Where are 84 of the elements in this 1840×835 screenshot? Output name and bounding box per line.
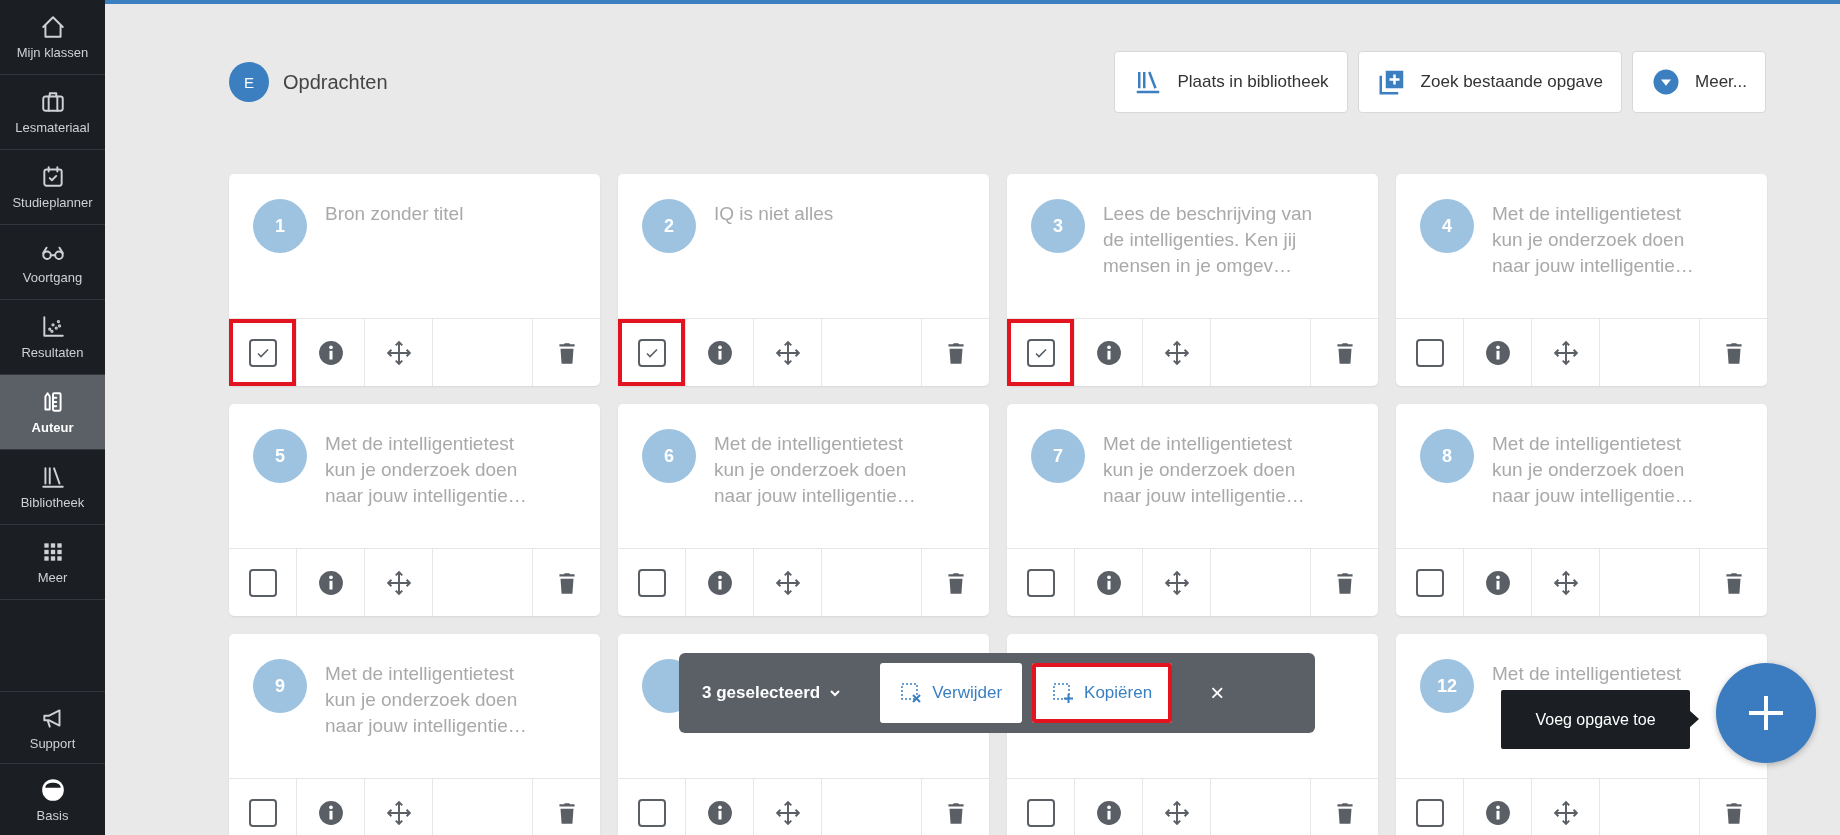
- move-icon: [385, 339, 412, 366]
- avatar-badge: E: [229, 62, 269, 102]
- house-icon: [39, 14, 66, 40]
- move-icon: [774, 799, 801, 826]
- info-icon: [706, 569, 733, 596]
- checkbox[interactable]: [248, 798, 277, 827]
- card-title: Met de intelligentietest: [1492, 662, 1682, 686]
- number-badge: 1: [253, 199, 307, 253]
- books-icon: [39, 464, 66, 490]
- move-icon: [1163, 569, 1190, 596]
- checkbox[interactable]: [637, 338, 666, 367]
- card-title: Met de intelligentietest kun je onderzoek doen naar jouw intelligentie…: [1103, 432, 1306, 508]
- sidebar-item[interactable]: Auteur: [0, 375, 105, 450]
- sidebar-item[interactable]: Mijn klassen: [0, 0, 105, 75]
- sidebar-item[interactable]: Voortgang: [0, 225, 105, 300]
- move-icon: [385, 569, 412, 596]
- checkbox[interactable]: [1026, 568, 1055, 597]
- info-icon: [706, 799, 733, 826]
- selection-remove-icon: [900, 682, 923, 704]
- checkbox[interactable]: [1415, 798, 1444, 827]
- move-icon: [1552, 569, 1579, 596]
- card-title: Met de intelligentietest kun je onderzoek doen naar jouw intelligentie…: [325, 662, 528, 738]
- card-title: Met de intelligentietest kun je onderzoek doen naar jouw intelligentie…: [325, 432, 528, 508]
- briefcase-icon: [39, 89, 66, 115]
- info-icon: [706, 339, 733, 366]
- add-button[interactable]: [1716, 663, 1816, 763]
- card-title: Met de intelligentietest kun je onderzoek doen naar jouw intelligentie…: [1492, 432, 1695, 508]
- info-icon: [1095, 339, 1122, 366]
- card-title: Met de intelligentietest kun je onderzoek doen naar jouw intelligentie…: [714, 432, 917, 508]
- checkbox[interactable]: [248, 568, 277, 597]
- header-button[interactable]: Plaats in bibliotheek: [1114, 51, 1348, 113]
- info-icon: [1484, 339, 1511, 366]
- number-badge: 7: [1031, 429, 1085, 483]
- checkbox[interactable]: [1026, 798, 1055, 827]
- checkbox[interactable]: [248, 338, 277, 367]
- number-badge: 4: [1420, 199, 1474, 253]
- move-icon: [774, 339, 801, 366]
- number-badge: 2: [642, 199, 696, 253]
- toolbar-button[interactable]: Kopiëren: [1032, 663, 1173, 723]
- info-icon: [1484, 799, 1511, 826]
- checkbox[interactable]: [637, 568, 666, 597]
- sidebar-item[interactable]: Basis: [0, 763, 105, 835]
- plus-icon: [1746, 693, 1786, 733]
- checkbox[interactable]: [637, 798, 666, 827]
- sidebar-item[interactable]: Support: [0, 691, 105, 763]
- number-badge: 12: [1420, 659, 1474, 713]
- info-icon: [317, 569, 344, 596]
- move-icon: [1552, 339, 1579, 366]
- sidebar-item[interactable]: Lesmateriaal: [0, 75, 105, 150]
- page-title: Opdrachten: [283, 70, 389, 94]
- number-badge: 5: [253, 429, 307, 483]
- move-icon: [774, 569, 801, 596]
- info-icon: [1095, 569, 1122, 596]
- tooltip-arrow-icon: [1689, 710, 1701, 728]
- card-title: IQ is niet alles: [714, 202, 834, 226]
- number-badge: 8: [1420, 429, 1474, 483]
- selection-add-icon: [1052, 682, 1075, 704]
- info-icon: [317, 339, 344, 366]
- info-icon: [1484, 569, 1511, 596]
- checkbox[interactable]: [1026, 338, 1055, 367]
- card-title: Bron zonder titel: [325, 202, 464, 226]
- checkbox[interactable]: [1415, 338, 1444, 367]
- number-badge: 9: [253, 659, 307, 713]
- card-title: Met de intelligentietest kun je onderzoek doen naar jouw intelligentie…: [1492, 202, 1695, 278]
- info-icon: [1095, 799, 1122, 826]
- move-icon: [385, 799, 412, 826]
- move-icon: [1552, 799, 1579, 826]
- card-title: Lees de beschrijving van de intelligenties. Ken jij mensen in je omgev…: [1103, 202, 1314, 278]
- number-badge: 6: [642, 429, 696, 483]
- toolbar-button[interactable]: Verwijder: [880, 663, 1023, 723]
- selection-dropdown[interactable]: 3 geselecteerd: [702, 683, 843, 703]
- tooltip: Voeg opgave toe: [1501, 690, 1690, 749]
- sidebar-item[interactable]: Studieplanner: [0, 150, 105, 225]
- avatar-icon: [39, 776, 66, 803]
- sidebar-item[interactable]: Meer: [0, 525, 105, 600]
- close-button[interactable]: ×: [1204, 678, 1231, 708]
- header-button[interactable]: Zoek bestaande opgave: [1357, 51, 1623, 113]
- number-badge: 3: [1031, 199, 1085, 253]
- move-icon: [1163, 339, 1190, 366]
- header-button[interactable]: Meer...: [1632, 51, 1766, 113]
- sidebar-item[interactable]: Bibliotheek: [0, 450, 105, 525]
- move-icon: [1163, 799, 1190, 826]
- checkbox[interactable]: [1415, 568, 1444, 597]
- info-icon: [317, 799, 344, 826]
